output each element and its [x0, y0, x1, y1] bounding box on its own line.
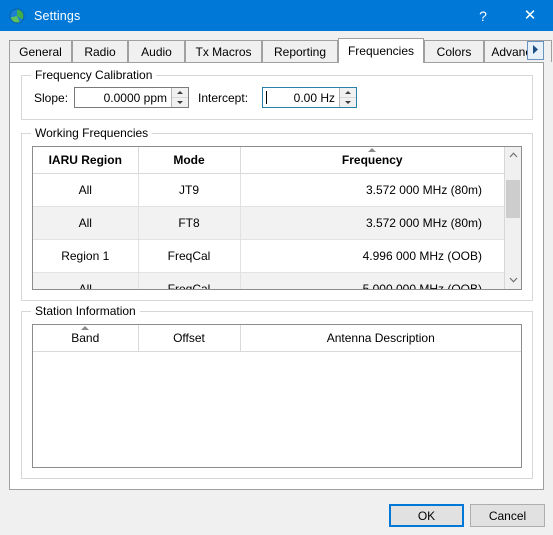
- arrow-up-icon: [345, 91, 351, 94]
- scrollbar-thumb[interactable]: [506, 180, 520, 218]
- slope-step-up-button[interactable]: [172, 88, 188, 98]
- cancel-button[interactable]: Cancel: [470, 504, 545, 527]
- cell-frequency: 5.000 000 MHz (OOB): [240, 272, 504, 289]
- column-header-band-label: Band: [71, 330, 100, 345]
- title-bar: Settings ? ✕: [0, 0, 553, 31]
- intercept-step-up-button[interactable]: [340, 88, 356, 98]
- tab-frequencies[interactable]: Frequencies: [338, 38, 424, 63]
- station-information-title: Station Information: [31, 304, 140, 318]
- globe-icon: [9, 8, 25, 24]
- intercept-spinbox[interactable]: 0.00 Hz: [262, 87, 357, 108]
- arrow-down-icon: [177, 101, 183, 104]
- working-frequencies-scrollbar[interactable]: [504, 147, 521, 289]
- slope-label: Slope:: [34, 91, 69, 105]
- column-header-mode[interactable]: Mode: [138, 147, 241, 174]
- slope-spinbox[interactable]: 0.0000 ppm: [74, 87, 189, 108]
- help-button[interactable]: ?: [460, 0, 506, 31]
- cell-mode: FreqCal: [138, 272, 241, 289]
- column-header-frequency[interactable]: Frequency: [240, 147, 504, 174]
- station-information-group: Station Information Band Offset Antenna …: [21, 304, 533, 479]
- cell-frequency: 3.572 000 MHz (80m): [240, 206, 504, 240]
- slope-step-down-button[interactable]: [172, 98, 188, 107]
- frequencies-tab-page: Frequency Calibration Slope: 0.0000 ppm …: [9, 62, 544, 490]
- chevron-right-icon: [531, 44, 540, 58]
- tab-reporting[interactable]: Reporting: [262, 40, 338, 62]
- frequency-calibration-title: Frequency Calibration: [31, 68, 157, 82]
- working-frequencies-table: IARU Region Mode Frequency All JT9 3.572…: [33, 147, 504, 289]
- sort-ascending-icon: [81, 326, 90, 330]
- intercept-value[interactable]: 0.00 Hz: [263, 88, 339, 107]
- table-header-row: Band Offset Antenna Description: [33, 325, 521, 352]
- station-information-table-area: Band Offset Antenna Description: [33, 325, 521, 467]
- working-frequencies-group: Working Frequencies IARU Region Mode Fre…: [21, 126, 533, 301]
- working-frequencies-table-area: IARU Region Mode Frequency All JT9 3.572…: [33, 147, 504, 289]
- text-caret: [266, 91, 267, 104]
- cell-mode: FT8: [138, 206, 241, 240]
- frequency-calibration-group: Frequency Calibration Slope: 0.0000 ppm …: [21, 68, 533, 120]
- station-information-table-frame: Band Offset Antenna Description: [32, 324, 522, 468]
- sort-ascending-icon: [368, 148, 377, 152]
- column-header-antenna-description[interactable]: Antenna Description: [240, 325, 521, 352]
- cell-region: All: [33, 206, 139, 240]
- intercept-value-text: 0.00 Hz: [293, 90, 335, 105]
- scrollbar-up-button[interactable]: [505, 147, 521, 164]
- intercept-step-down-button[interactable]: [340, 98, 356, 107]
- table-header-row: IARU Region Mode Frequency: [33, 147, 504, 174]
- close-button[interactable]: ✕: [507, 0, 553, 31]
- tab-colors[interactable]: Colors: [424, 40, 484, 62]
- chevron-down-icon: [509, 276, 518, 285]
- cell-frequency: 4.996 000 MHz (OOB): [240, 239, 504, 273]
- table-row[interactable]: All JT9 3.572 000 MHz (80m): [33, 173, 504, 207]
- intercept-label: Intercept:: [198, 91, 249, 105]
- slope-value[interactable]: 0.0000 ppm: [75, 88, 171, 107]
- cell-region: All: [33, 272, 139, 289]
- tab-radio[interactable]: Radio: [72, 40, 128, 62]
- scrollbar-track[interactable]: [505, 164, 521, 272]
- table-row[interactable]: All FreqCal 5.000 000 MHz (OOB): [33, 272, 504, 289]
- slope-stepper[interactable]: [171, 88, 188, 107]
- cell-region: All: [33, 173, 139, 207]
- column-header-frequency-label: Frequency: [341, 152, 403, 167]
- tab-general[interactable]: General: [9, 40, 72, 62]
- chevron-up-icon: [509, 151, 518, 160]
- table-row[interactable]: Region 1 FreqCal 4.996 000 MHz (OOB): [33, 239, 504, 273]
- cell-frequency: 3.572 000 MHz (80m): [240, 173, 504, 207]
- settings-dialog: Settings ? ✕ General Radio Audio Tx Macr…: [0, 0, 553, 535]
- cell-mode: FreqCal: [138, 239, 241, 273]
- column-header-offset[interactable]: Offset: [138, 325, 241, 352]
- cell-region: Region 1: [33, 239, 139, 273]
- ok-button[interactable]: OK: [389, 504, 464, 527]
- tab-bar: General Radio Audio Tx Macros Reporting …: [9, 38, 552, 63]
- arrow-down-icon: [345, 101, 351, 104]
- column-header-band[interactable]: Band: [33, 325, 139, 352]
- table-row[interactable]: All FT8 3.572 000 MHz (80m): [33, 206, 504, 240]
- tab-scroll-right-button[interactable]: [527, 41, 544, 60]
- tab-audio[interactable]: Audio: [128, 40, 185, 62]
- cell-mode: JT9: [138, 173, 241, 207]
- station-information-table: Band Offset Antenna Description: [33, 325, 521, 352]
- scrollbar-down-button[interactable]: [505, 272, 521, 289]
- working-frequencies-table-frame: IARU Region Mode Frequency All JT9 3.572…: [32, 146, 522, 290]
- column-header-iaru-region[interactable]: IARU Region: [33, 147, 139, 174]
- tab-tx-macros[interactable]: Tx Macros: [185, 40, 262, 62]
- intercept-stepper[interactable]: [339, 88, 356, 107]
- window-title: Settings: [34, 8, 81, 23]
- working-frequencies-title: Working Frequencies: [31, 126, 153, 140]
- arrow-up-icon: [177, 91, 183, 94]
